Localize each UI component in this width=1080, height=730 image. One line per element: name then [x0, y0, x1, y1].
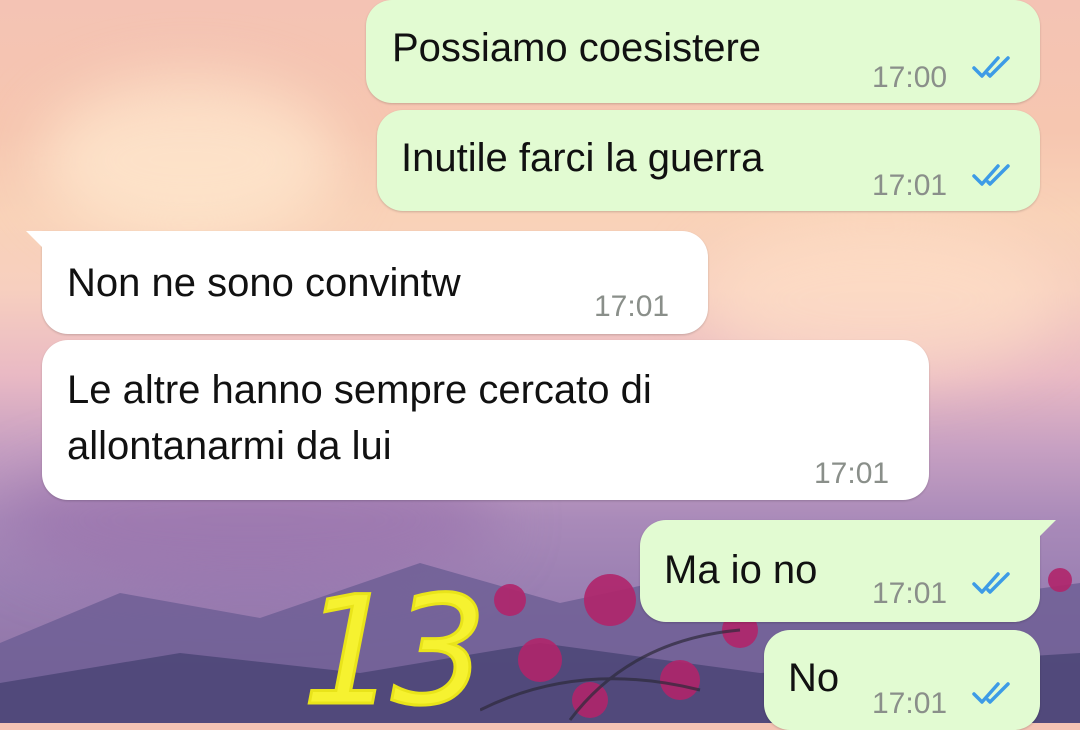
message-text: Possiamo coesistere: [392, 26, 762, 70]
message-text: Ma io no: [664, 548, 818, 592]
message-text-line-2: allontanarmi da lui: [67, 424, 392, 468]
read-receipt-icon: [972, 56, 1010, 78]
bubble-tail: [26, 231, 48, 253]
message-text: Inutile farci la guerra: [401, 136, 764, 180]
bubble-tail: [1034, 520, 1056, 542]
message-time: 17:00: [872, 61, 948, 94]
outgoing-message[interactable]: No 17:01: [764, 630, 1040, 730]
message-text: Non ne sono convintw: [67, 261, 461, 305]
message-time: 17:01: [872, 577, 948, 610]
message-text: No: [788, 656, 840, 700]
message-time: 17:01: [814, 457, 890, 490]
incoming-message[interactable]: Non ne sono convintw 17:01: [26, 231, 708, 334]
handwritten-number-annotation: 13: [301, 575, 481, 720]
annotation-text: 13: [302, 575, 480, 720]
message-text-line-1: Le altre hanno sempre cercato di: [67, 368, 652, 412]
incoming-message[interactable]: Le altre hanno sempre cercato di allonta…: [42, 340, 929, 500]
read-receipt-icon: [972, 682, 1010, 704]
message-time: 17:01: [872, 687, 948, 720]
message-time: 17:01: [594, 290, 670, 323]
read-receipt-icon: [972, 572, 1010, 594]
message-time: 17:01: [872, 169, 948, 202]
outgoing-message[interactable]: Possiamo coesistere 17:00: [366, 0, 1040, 103]
read-receipt-icon: [972, 164, 1010, 186]
outgoing-message[interactable]: Ma io no 17:01: [640, 520, 1056, 622]
outgoing-message[interactable]: Inutile farci la guerra 17:01: [377, 110, 1040, 211]
